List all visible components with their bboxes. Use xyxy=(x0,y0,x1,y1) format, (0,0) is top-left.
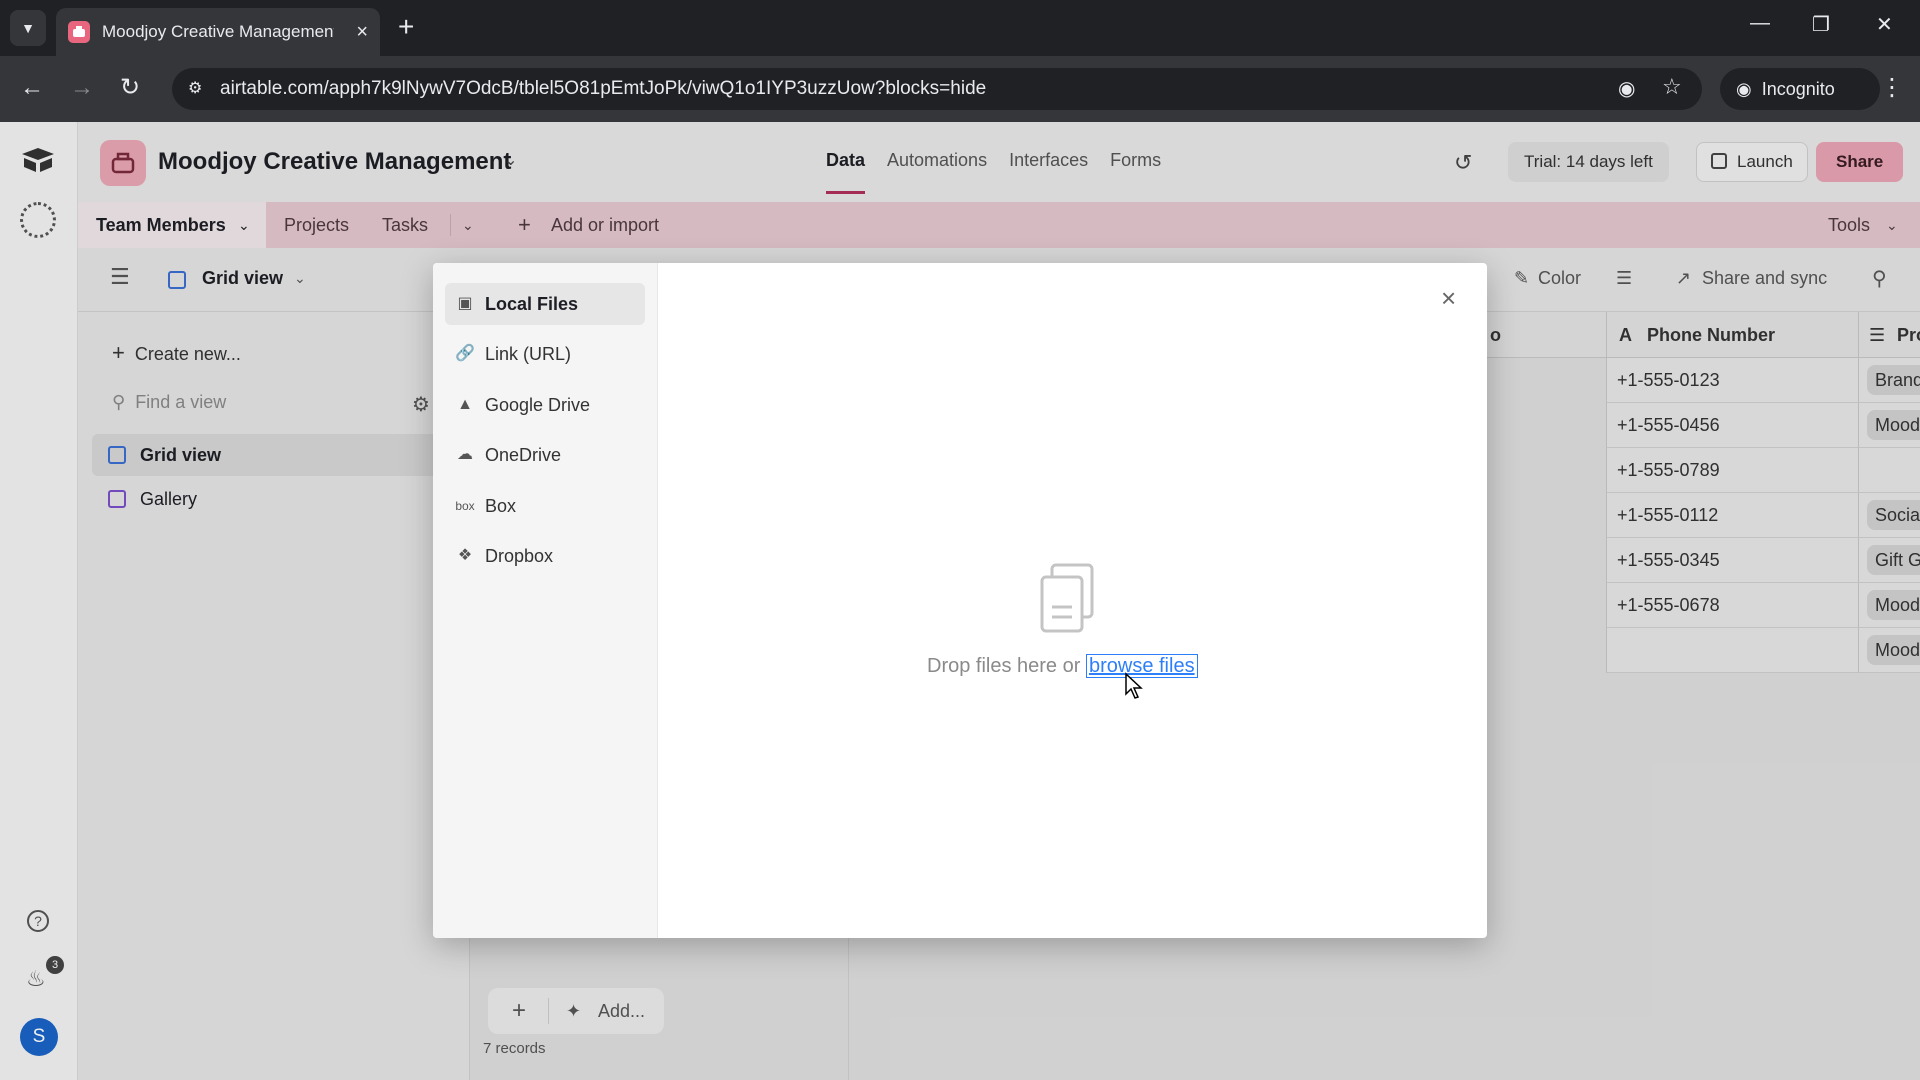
source-label: Link (URL) xyxy=(485,344,572,364)
tab-title: Moodjoy Creative Management xyxy=(102,22,334,41)
source-label: Local Files xyxy=(485,294,579,314)
minimize-icon[interactable]: — xyxy=(1750,12,1770,35)
attachment-picker-modal: ▣ Local Files 🔗 Link (URL) ▲ Google Driv… xyxy=(433,263,1487,938)
source-link-url[interactable]: 🔗 Link (URL) xyxy=(445,333,645,375)
source-google-drive[interactable]: ▲ Google Drive xyxy=(445,384,645,426)
source-local-files[interactable]: ▣ Local Files xyxy=(445,283,645,325)
box-icon: box xyxy=(455,499,475,513)
source-box[interactable]: box Box xyxy=(445,485,645,527)
incognito-badge[interactable]: ◉ Incognito xyxy=(1720,68,1880,110)
close-icon[interactable]: × xyxy=(1441,283,1456,314)
drop-zone[interactable]: Drop files here or browse files xyxy=(927,654,1198,678)
star-icon[interactable]: ☆ xyxy=(1662,74,1682,100)
airtable-favicon-icon xyxy=(68,21,90,43)
reload-icon[interactable]: ↻ xyxy=(120,74,140,102)
tab-close-icon[interactable]: × xyxy=(356,21,368,44)
cloud-icon: ☁ xyxy=(457,446,473,463)
source-label: OneDrive xyxy=(485,445,562,465)
browser-menu-icon[interactable]: ⋮ xyxy=(1880,74,1904,102)
source-dropbox[interactable]: ❖ Dropbox xyxy=(445,535,645,577)
source-label: Google Drive xyxy=(485,395,591,415)
site-info-icon[interactable]: ⚙ xyxy=(188,78,202,98)
close-window-icon[interactable]: ✕ xyxy=(1876,12,1893,37)
back-icon[interactable]: ← xyxy=(20,74,44,102)
forward-icon[interactable]: → xyxy=(70,74,94,102)
source-label: Box xyxy=(485,496,517,516)
browser-tab[interactable]: Moodjoy Creative Management × xyxy=(56,8,380,56)
chevron-down-icon: ▼ xyxy=(21,20,35,36)
files-icon xyxy=(1038,563,1098,640)
incognito-icon: ◉ xyxy=(1736,78,1752,99)
source-list: ▣ Local Files 🔗 Link (URL) ▲ Google Driv… xyxy=(433,263,658,938)
mouse-cursor-icon xyxy=(1124,672,1144,705)
restore-icon[interactable]: ❐ xyxy=(1812,12,1830,37)
tab-search-button[interactable]: ▼ xyxy=(10,10,46,46)
new-tab-button[interactable]: + xyxy=(398,12,414,42)
eye-off-icon[interactable]: ◉ xyxy=(1618,76,1635,101)
source-label: Dropbox xyxy=(485,546,554,566)
drop-text: Drop files here or xyxy=(927,655,1081,677)
browser-tab-bar: ▼ Moodjoy Creative Management × + — ❐ ✕ xyxy=(0,0,1920,56)
google-drive-icon: ▲ xyxy=(457,396,473,413)
laptop-icon: ▣ xyxy=(457,295,473,312)
link-icon: 🔗 xyxy=(455,345,475,362)
dropbox-icon: ❖ xyxy=(457,547,473,564)
source-onedrive[interactable]: ☁ OneDrive xyxy=(445,434,645,476)
url-text[interactable]: airtable.com/apph7k9lNywV7OdcB/tblel5O81… xyxy=(220,78,986,100)
incognito-label: Incognito xyxy=(1761,78,1835,99)
